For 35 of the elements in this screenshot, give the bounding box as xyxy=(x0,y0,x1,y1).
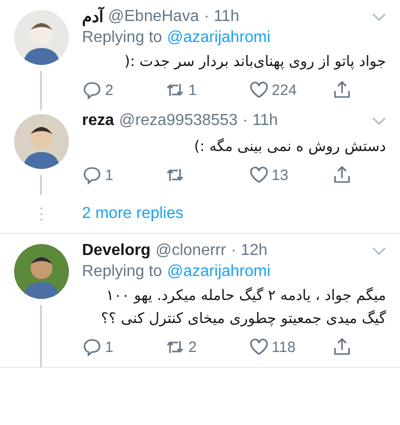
retweet-count: 2 xyxy=(188,338,197,356)
share-icon[interactable] xyxy=(332,337,352,357)
like-count: 224 xyxy=(272,82,297,98)
like-count: 13 xyxy=(272,166,288,184)
like-count: 118 xyxy=(272,338,296,356)
share-icon[interactable] xyxy=(332,165,352,185)
user-handle[interactable]: @clonerrr xyxy=(155,242,226,260)
mention-link[interactable]: @azarijahromi xyxy=(167,263,270,281)
timestamp: · 11h xyxy=(242,112,278,130)
reply-icon[interactable] xyxy=(82,337,102,357)
replying-label: Replying to xyxy=(82,29,162,47)
reply-count: 1 xyxy=(105,338,114,356)
tweet-text: دستش روش ه نمی بینی مگه :) xyxy=(193,137,386,157)
timestamp: · 11h xyxy=(204,8,240,26)
dots-icon xyxy=(40,207,42,221)
user-name[interactable]: Develorg xyxy=(82,242,150,260)
user-name[interactable]: reza xyxy=(82,112,114,130)
reply-count: 2 xyxy=(105,82,114,98)
more-replies-link[interactable]: 2 more replies xyxy=(82,205,184,223)
reply-icon[interactable] xyxy=(82,165,102,185)
reply-icon[interactable] xyxy=(82,80,102,100)
mention-link[interactable]: @azarijahromi xyxy=(167,29,270,47)
replying-label: Replying to xyxy=(82,263,162,281)
tweet-text: میگم جواد ، یادمه ۲ گیگ حامله میکرد. یهو ۱۰۰ گیگ میدی جمعیتو چطوری میخای کنترل کنی ؟؟ xyxy=(100,286,386,329)
reply-count: 1 xyxy=(105,166,114,184)
retweet-count: 1 xyxy=(188,82,197,98)
timestamp: · 12h xyxy=(230,242,268,260)
user-name[interactable]: آدم xyxy=(82,7,103,27)
heart-icon[interactable] xyxy=(248,80,269,100)
user-handle[interactable]: @EbneHava xyxy=(108,8,199,26)
heart-icon[interactable] xyxy=(248,165,269,185)
tweet-text: جواد پاتو از روی پهنای‌باند بردار سر جدت :( xyxy=(123,53,386,72)
user-handle[interactable]: @reza99538553 xyxy=(119,112,238,130)
heart-icon[interactable] xyxy=(248,337,269,357)
share-icon[interactable] xyxy=(332,80,352,100)
